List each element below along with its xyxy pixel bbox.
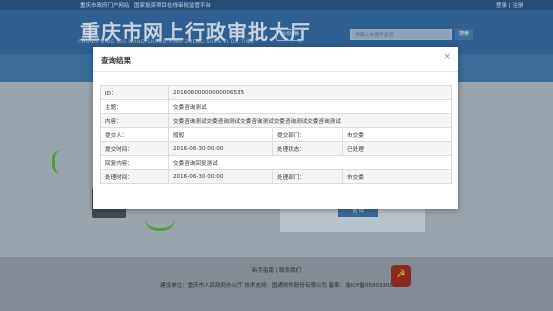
site-switch-button[interactable]: 站点切换 [276,29,304,41]
handle-time-label: 处理时间： [100,169,169,184]
table-row: 处理时间： 2016-06-30 00:00 处理部门： 市交委 [100,169,453,184]
table-row: 回复内容： 交委咨询回复测试 [100,155,453,170]
party-emblem-icon: ☭ [391,265,411,287]
dialog-header: 查询结果 × [93,47,458,72]
link-investment-platform[interactable]: 国家投资项目在线审批监管平台 [134,1,211,9]
footer-links[interactable]: 新手指南 | 联系我们 [0,266,553,274]
query-result-dialog: 查询结果 × ID： 20160600000000006535 主题： 交委咨询… [93,47,458,209]
submitter-value: 般般 [168,127,273,142]
table-row: 内容： 交委咨询测试交委咨询测试交委咨询测试交委咨询测试交委咨询测试 [100,113,453,128]
submit-time-value: 2016-06-30 00:00 [168,141,273,156]
id-label: ID： [100,85,169,100]
decorative-arrow-icon [52,150,61,174]
result-detail-table: ID： 20160600000000006535 主题： 交委咨询测试 内容： … [100,85,453,184]
submit-time-label: 提交时间： [100,141,169,156]
close-icon[interactable]: × [443,53,451,62]
link-gov-portal[interactable]: 重庆市政府门户网站 [80,1,130,9]
status-value: 已处理 [341,141,453,156]
table-row: 提交人： 般般 提交部门： 市交委 [100,127,453,142]
handle-time-value: 2016-06-30 00:00 [168,169,273,184]
table-row: 提交时间： 2016-06-30 00:00 处理状态： 已处理 [100,141,453,156]
reply-value: 交委咨询回复测试 [167,155,453,170]
id-value: 20160600000000006535 [167,85,453,100]
search-button[interactable]: 搜索 [455,29,473,40]
content-label: 内容： [100,113,169,128]
table-row: ID： 20160600000000006535 [100,85,453,100]
subject-value: 交委咨询测试 [167,99,453,114]
reply-label: 回复内容： [100,155,169,170]
search-input[interactable]: 请输入关键字查询 [350,29,452,40]
content-value: 交委咨询测试交委咨询测试交委咨询测试交委咨询测试交委咨询测试 [167,113,453,128]
top-bar: 重庆市政府门户网站 国家投资项目在线审批监管平台 登录 | 注册 [0,0,553,10]
dialog-title: 查询结果 [101,56,131,65]
submitter-label: 提交人： [100,127,169,142]
subject-label: 主题： [100,99,169,114]
handle-dept-value: 市交委 [341,169,453,184]
login-register-links[interactable]: 登录 | 注册 [496,1,523,9]
site-logo-pinyin: CHONG QING SHI WANG SHANG XING ZHENG SHE… [78,40,255,45]
submit-dept-label: 提交部门： [272,127,343,142]
status-label: 处理状态： [272,141,343,156]
footer-info: 建设单位：重庆市人民政府办公厅 技术支持：国通软件股份有限公司 备案：渝ICP备… [160,283,393,289]
table-row: 主题： 交委咨询测试 [100,99,453,114]
submit-dept-value: 市交委 [341,127,453,142]
handle-dept-label: 处理部门： [272,169,343,184]
